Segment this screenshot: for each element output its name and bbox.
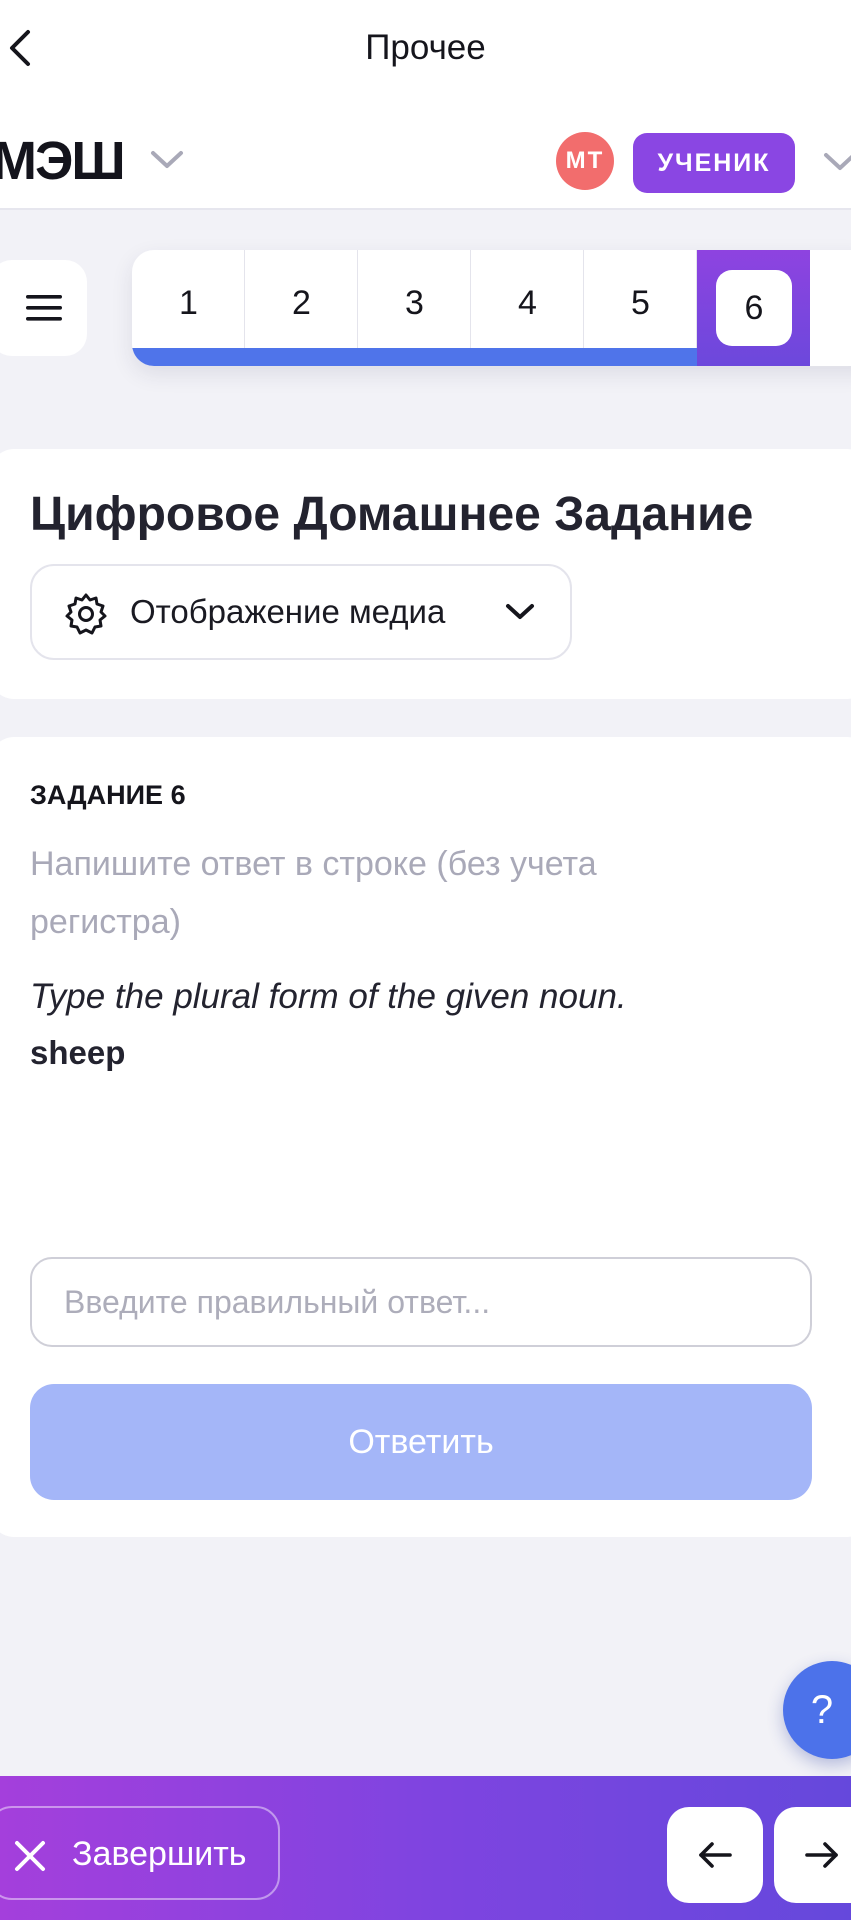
question-nav-item-5[interactable]: 5 <box>584 250 697 366</box>
hamburger-menu-icon <box>25 295 62 321</box>
menu-button[interactable] <box>0 260 87 356</box>
task-prompt: Type the plural form of the given noun. <box>30 977 627 1016</box>
question-nav: 1 2 3 4 5 6 <box>132 250 851 366</box>
task-word: sheep <box>30 1034 126 1071</box>
question-nav-item-2[interactable]: 2 <box>245 250 358 366</box>
question-number: 4 <box>518 284 537 322</box>
question-number-current: 6 <box>716 270 792 346</box>
help-button[interactable]: ? <box>783 1661 851 1759</box>
avatar[interactable]: МТ <box>556 132 614 190</box>
close-icon <box>15 1841 45 1871</box>
chevron-down-icon[interactable] <box>150 150 184 170</box>
question-mark-icon: ? <box>810 1687 834 1732</box>
page-title: Прочее <box>365 28 486 67</box>
question-nav-item-3[interactable]: 3 <box>358 250 471 366</box>
answered-indicator <box>471 348 584 366</box>
question-number: 1 <box>179 284 198 322</box>
app-logo[interactable]: МЭШ <box>0 130 126 192</box>
answered-indicator <box>358 348 471 366</box>
question-nav-item-4[interactable]: 4 <box>471 250 584 366</box>
task-card: ЗАДАНИЕ 6 Напишите ответ в строке (без у… <box>0 737 851 1537</box>
arrow-right-icon <box>805 1842 838 1868</box>
gear-icon <box>65 593 107 635</box>
app-header: МЭШ МТ УЧЕНИК <box>0 100 851 210</box>
role-badge[interactable]: УЧЕНИК <box>633 133 795 193</box>
answered-indicator <box>584 348 697 366</box>
top-bar: Прочее <box>0 0 851 100</box>
question-number: 3 <box>405 284 424 322</box>
finish-button[interactable]: Завершить <box>0 1806 280 1900</box>
answer-input[interactable] <box>30 1257 812 1347</box>
media-display-label: Отображение медиа <box>130 593 446 630</box>
bottom-bar: Завершить <box>0 1776 851 1920</box>
answered-indicator <box>245 348 358 366</box>
page: Прочее МЭШ МТ УЧЕНИК 1 2 3 4 5 6 Цифрово… <box>0 0 851 1920</box>
homework-title: Цифровое Домашнее Задание <box>30 488 754 541</box>
previous-button[interactable] <box>667 1807 763 1903</box>
finish-label: Завершить <box>72 1835 247 1873</box>
media-display-dropdown[interactable]: Отображение медиа <box>30 564 572 660</box>
submit-answer-button[interactable]: Ответить <box>30 1384 812 1500</box>
question-number: 5 <box>631 284 650 322</box>
question-number: 2 <box>292 284 311 322</box>
question-nav-item-1[interactable]: 1 <box>132 250 245 366</box>
next-button[interactable] <box>774 1807 851 1903</box>
chevron-down-icon <box>506 604 534 619</box>
homework-card: Цифровое Домашнее Задание Отображение ме… <box>0 449 851 699</box>
task-instruction: Напишите ответ в строке (без учета регис… <box>30 845 597 941</box>
question-nav-item-6[interactable]: 6 <box>697 250 810 366</box>
arrow-left-icon <box>699 1842 732 1868</box>
answered-indicator <box>132 348 245 366</box>
chevron-down-icon[interactable] <box>823 152 851 172</box>
task-label: ЗАДАНИЕ 6 <box>30 780 186 810</box>
